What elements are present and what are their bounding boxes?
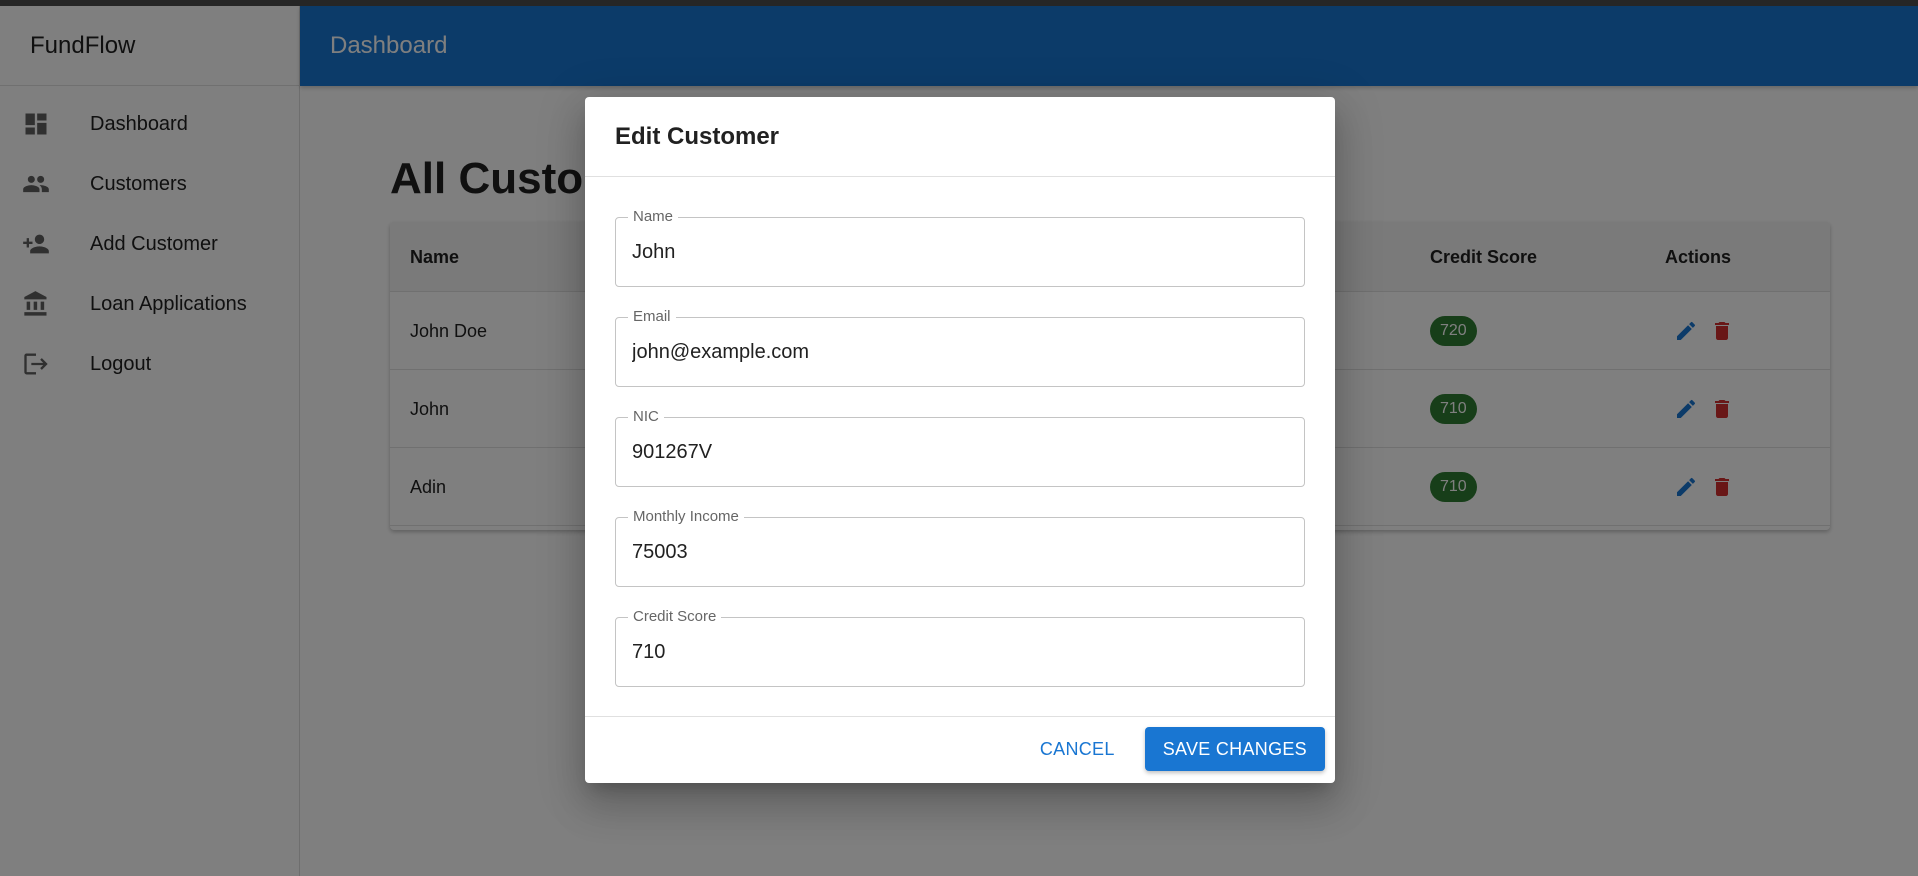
credit-score-input[interactable] bbox=[632, 618, 1292, 686]
name-input[interactable] bbox=[632, 218, 1292, 286]
monthly-income-input[interactable] bbox=[632, 518, 1292, 586]
save-changes-button[interactable]: SAVE CHANGES bbox=[1144, 727, 1325, 771]
nic-field: NIC bbox=[615, 408, 1305, 487]
email-field: Email bbox=[615, 308, 1305, 387]
email-input[interactable] bbox=[632, 318, 1292, 386]
edit-customer-dialog: Edit Customer Name Email NIC Monthly Inc… bbox=[585, 97, 1335, 783]
credit-score-field: Credit Score bbox=[615, 608, 1305, 687]
dialog-content: Name Email NIC Monthly Income Credit Sco… bbox=[585, 177, 1335, 717]
monthly-income-field: Monthly Income bbox=[615, 508, 1305, 587]
dialog-title: Edit Customer bbox=[615, 122, 780, 150]
name-field: Name bbox=[615, 208, 1305, 287]
dialog-header: Edit Customer bbox=[585, 97, 1335, 177]
nic-input[interactable] bbox=[632, 418, 1292, 486]
dialog-actions: CANCEL SAVE CHANGES bbox=[585, 717, 1335, 781]
cancel-button[interactable]: CANCEL bbox=[1030, 729, 1125, 770]
